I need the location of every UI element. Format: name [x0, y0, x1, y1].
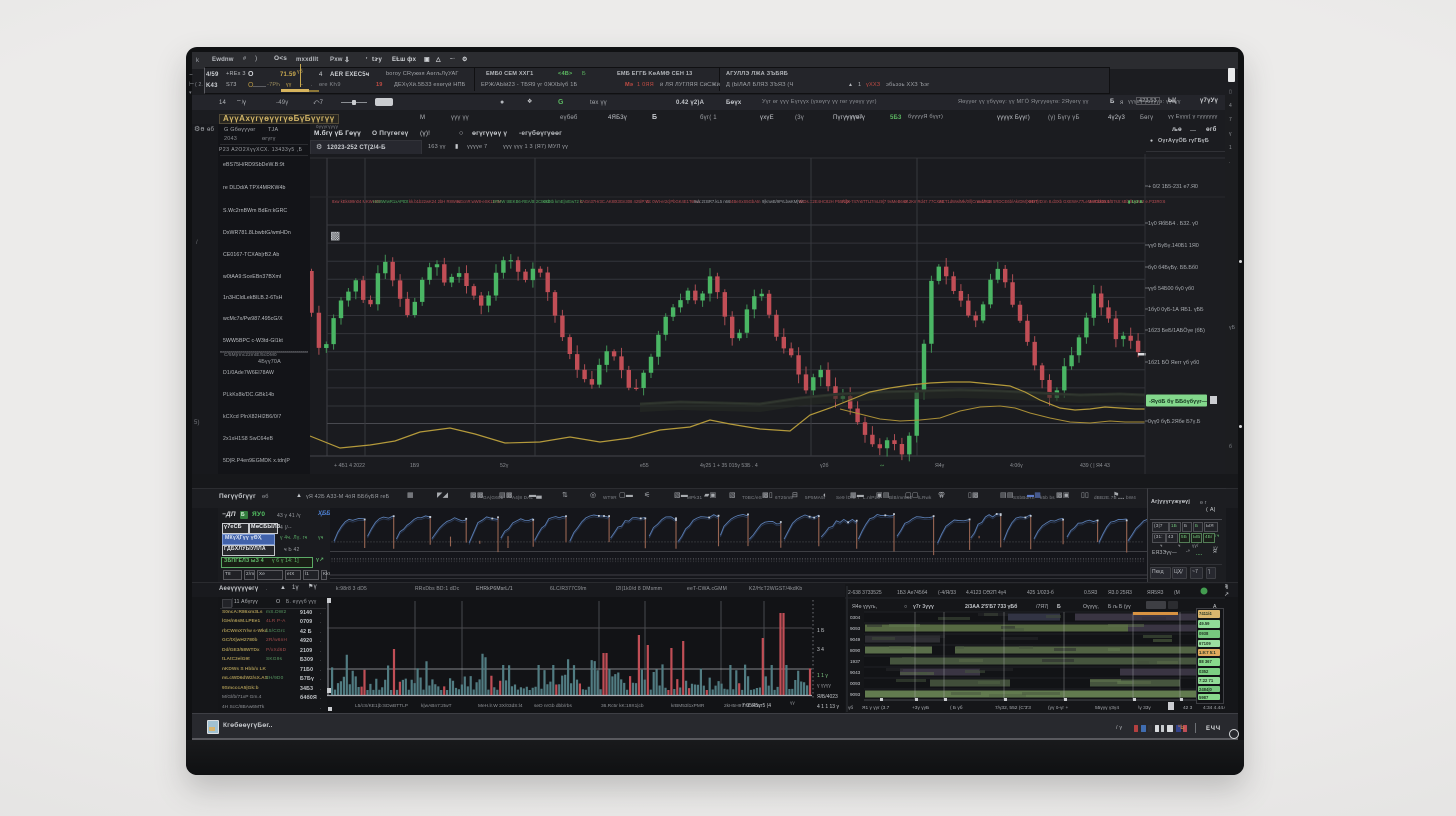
- svg-text:( Б үб: ( Б үб: [950, 705, 963, 711]
- svg-text:▩: ▩: [330, 230, 340, 242]
- svg-text:үү0 БүБү.140Б1 1Я0: үү0 БүБү.140Б1 1Я0: [1148, 243, 1199, 249]
- svg-text:/7Я7|: /7Я7|: [1036, 604, 1048, 610]
- svg-text:Cc 0Wt-er2c|PbGK4E1TsH.n: Cc 0Wt-er2c|PbGK4E1TsH.n: [646, 199, 700, 204]
- svg-text:kAGn37Hr3C.AK80t3Gn308 425lP:W: kAGn37Hr3C.AK80t3Gn308 425lP:W: [580, 199, 649, 204]
- svg-text:7 05Я5үг5 (4: 7 05Я5үг5 (4: [742, 703, 771, 709]
- svg-text:42 3: 42 3: [1183, 705, 1193, 711]
- svg-text:1 Б: 1 Б: [817, 628, 825, 634]
- svg-text:ү7г 3үүү: ү7г 3үүү: [913, 604, 934, 610]
- svg-text:3 4: 3 4: [817, 647, 824, 653]
- svg-text:үб: үб: [848, 705, 853, 711]
- svg-text:L5/cS/KE1|b:SDwBTTLP: L5/cS/KE1|b:SDwBTTLP: [355, 703, 408, 709]
- svg-text:seD nrGb dbb/rbs: seD nrGb dbb/rbs: [534, 703, 572, 709]
- svg-text:BTHW t8EKB6-REA/tE2CtK5S: BTHW t8EKB6-REA/tE2CtK5S: [493, 199, 550, 204]
- svg-text:1Б9: 1Б9: [410, 463, 419, 469]
- svg-text:nKbtb kmE|nrEw72 C: nKbtb kmE|nrEw72 C: [543, 199, 583, 204]
- svg-text:9|knwB/9PrLbwKM|Wt: 9|knwB/9PrLbwKM|Wt: [762, 199, 804, 204]
- svg-text:55үүү ү3ү4: 55үүү ү3ү4: [1095, 705, 1119, 711]
- svg-text:1Б3 Ае745б4: 1Б3 Ае745б4: [897, 590, 928, 596]
- svg-text:2-638 3733525: 2-638 3733525: [848, 590, 882, 596]
- svg-text:+ 0/2 1Б5-231 е7.Я0: + 0/2 1Б5-231 е7.Я0: [1148, 184, 1198, 190]
- svg-text:+3ү үүБ: +3ү үүБ: [912, 705, 929, 711]
- svg-text:Я1 ү үүг (3.7: Я1 ү үүг (3.7: [862, 705, 890, 711]
- svg-text:9049: 9049: [850, 637, 861, 642]
- svg-text:1937: 1937: [850, 659, 861, 664]
- svg-text:1б21 БӦ Яегг үб үб0: 1б21 БӦ Яегг үб үб0: [1148, 359, 1199, 366]
- svg-text:ү2б: ү2б: [820, 463, 828, 469]
- svg-text:Б: Б: [1057, 604, 1061, 610]
- svg-text:9043: 9043: [850, 670, 861, 675]
- svg-text:HcMWrwR1xAPtDt: HcMWrwR1xAPtDt: [373, 199, 409, 204]
- svg-text:Я/Б/4023: Я/Б/4023: [817, 694, 838, 700]
- svg-text:4ү25 1 + 35 015ү 53Б . 4: 4ү25 1 + 35 015ү 53Б . 4: [700, 463, 758, 469]
- svg-text:Я4ө үүүљ,: Я4ө үүүљ,: [852, 604, 877, 610]
- svg-text:ЯЯ5Я3: ЯЯ5Я3: [1147, 590, 1164, 596]
- svg-text:4 1 1 13 ү: 4 1 1 13 ү: [817, 704, 839, 710]
- svg-text:Я3.0 25Я3: Я3.0 25Я3: [1108, 590, 1132, 596]
- svg-text:k|wABn7:2twT: k|wABn7:2twT: [421, 703, 452, 709]
- svg-text:4.4123 CӨ2П 4ү4: 4.4123 CӨ2П 4ү4: [966, 590, 1006, 596]
- svg-text:36.Rc5r kK:19X1|cb: 36.Rc5r kK:19X1|cb: [601, 703, 644, 709]
- svg-text:0093: 0093: [850, 681, 861, 686]
- svg-text:0.5Я3: 0.5Я3: [1084, 590, 1098, 596]
- svg-text:∾: ∾: [880, 463, 884, 469]
- svg-text:(М: (М: [1174, 590, 1180, 596]
- svg-text:‑ЯүӧБ бү ББӧүбүүг—: ‑ЯүӧБ бү ББӧүбүүг—: [1149, 398, 1208, 405]
- svg-text:○: ○: [904, 604, 907, 610]
- svg-text:Oүүүү,: Oүүүү,: [1083, 604, 1099, 610]
- svg-text:бү0 б4БүБү. ББ.Бб0: бү0 б4БүБү. ББ.Бб0: [1148, 265, 1198, 271]
- svg-text:1б23 БеБ/1АБӦүе (бБ): 1б23 БеБ/1АБӦүе (бБ): [1148, 327, 1205, 334]
- svg-text:үүб 54Б00 бү0 үб0: үүб 54Б00 бү0 үб0: [1148, 286, 1194, 292]
- svg-text:ү үүүү: ү үүүү: [817, 683, 831, 689]
- svg-text:425 1/023-б: 425 1/023-б: [1027, 590, 1054, 596]
- svg-text:kk.b1b22wK24 2bH R8Wnx: kk.b1b22wK24 2bH R8Wnx: [409, 199, 461, 204]
- svg-text:t7mLt9|7 9xMeB6sX: t7mLt9|7 9xMeB6sX: [870, 199, 908, 204]
- svg-text:\ү 33ү: \ү 33ү: [1138, 705, 1151, 711]
- svg-text:MeH.lr.W 3X/03dS:l4: MeH.lr.W 3X/03dS:l4: [478, 703, 523, 709]
- svg-text:52ү: 52ү: [500, 463, 509, 469]
- svg-text:439 ( | Я4 43: 439 ( | Я4 43: [1080, 463, 1110, 469]
- svg-text:үү: үү: [790, 701, 795, 706]
- svg-text:1бү0 0үБ-1А ЯБ1. үББ: 1бү0 0үБ-1А ЯБ1. үББ: [1148, 307, 1204, 313]
- svg-text:+ 4Б1 4 2022: + 4Б1 4 2022: [334, 463, 365, 469]
- svg-text:8090: 8090: [850, 648, 861, 653]
- svg-text:9093: 9093: [850, 692, 861, 697]
- svg-text:7/ү32, 552 (С'3'3: 7/ү32, 552 (С'3'3: [995, 705, 1031, 711]
- svg-text:9093: 9093: [850, 626, 861, 631]
- svg-text:krBM53l1xPMR: krBM53l1xPMR: [671, 703, 705, 709]
- svg-text:4:0бү: 4:0бү: [1010, 463, 1023, 469]
- svg-text:е55: е55: [640, 463, 649, 469]
- svg-text:▮ 1ү3 Б: ▮ 1ү3 Б: [1128, 199, 1143, 204]
- svg-text:Я4ү: Я4ү: [935, 463, 945, 469]
- svg-text:0үү0 бүБ.2Ябе Б7ү.Б: 0үү0 бүБ.2Ябе Б7ү.Б: [1148, 419, 1201, 425]
- svg-text:0304: 0304: [850, 615, 861, 620]
- svg-text:2/3АА 2'5'Б7 733 үБб: 2/3АА 2'5'Б7 733 үБб: [965, 603, 1017, 610]
- svg-text:1ү0 ЯбББ4 . Б32. ү0: 1ү0 ЯбББ4 . Б32. ү0: [1148, 221, 1198, 227]
- svg-text:Б љ Б (үү: Б љ Б (үү: [1108, 604, 1131, 610]
- svg-text:t4BeXxS5GbAtn: t4BeXxS5GbAtn: [730, 199, 761, 204]
- svg-text:1 1 ү: 1 1 ү: [817, 673, 828, 679]
- svg-text:4:34 4.44.0: 4:34 4.44.0: [1203, 705, 1225, 711]
- svg-text:(үү ӧ-үг +: (үү ӧ-үг +: [1048, 705, 1068, 711]
- svg-text:twk:2t:BR7.kL5 n66: twk:2t:BR7.kL5 n66: [694, 199, 731, 204]
- svg-text:Rl|X-747n6TTL: Rl|X-747n6TTL: [842, 199, 871, 204]
- svg-text:(-4/Я/33: (-4/Я/33: [938, 590, 956, 596]
